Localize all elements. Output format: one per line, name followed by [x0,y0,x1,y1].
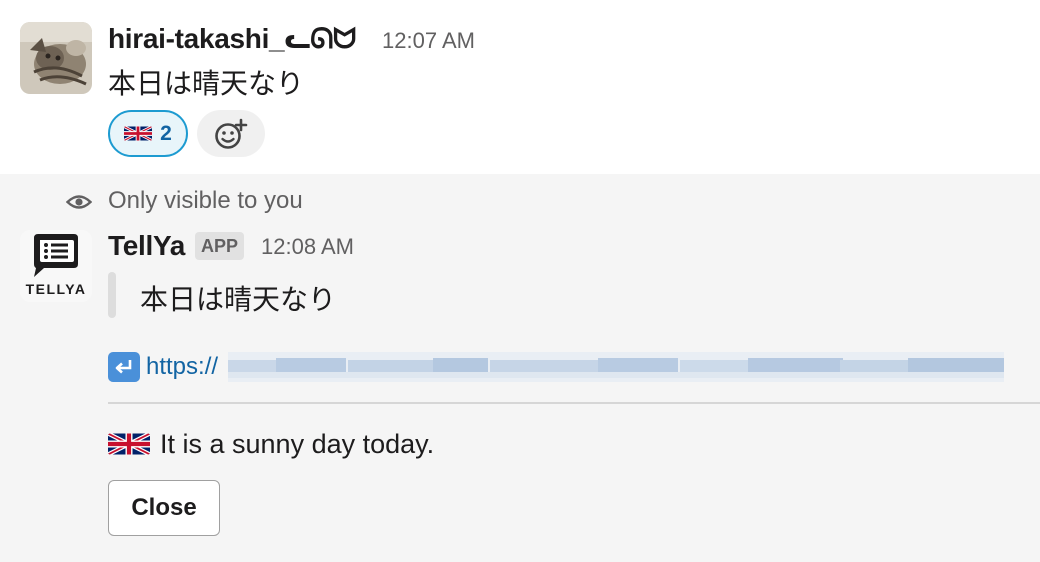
reaction-count: 2 [160,121,172,145]
message-timestamp[interactable]: 12:08 AM [261,234,354,260]
message-app-ephemeral: Only visible to you TELLYA TellYa APP 12… [0,174,1040,562]
permalink[interactable]: https:// [146,353,218,381]
uk-flag-icon [124,126,153,141]
add-reaction-button[interactable] [197,110,265,157]
app-badge: APP [195,232,245,260]
eye-icon [66,195,92,209]
speech-bubble-icon [34,234,78,277]
divider [108,402,1040,404]
reaction-uk-flag[interactable]: 2 [108,110,188,157]
translation-row: It is a sunny day today. [108,424,434,464]
message-timestamp[interactable]: 12:07 AM [382,28,475,54]
translation-text: It is a sunny day today. [160,428,435,459]
visibility-note: Only visible to you [108,187,303,214]
message-user: hirai-takashi_ᓚᘏᗢ 12:07 AM 本日は晴天なり 2 [0,0,1040,174]
app-avatar[interactable]: TELLYA [20,230,92,302]
message-author[interactable]: hirai-takashi_ᓚᘏᗢ [108,22,356,56]
user-avatar[interactable] [20,22,92,94]
permalink-row: https:// [108,350,218,384]
quote-bar [108,272,116,318]
app-name[interactable]: TellYa [108,230,185,262]
uk-flag-icon [108,433,150,455]
add-reaction-icon [215,118,248,149]
app-avatar-label: TELLYA [25,281,87,297]
quoted-text: 本日は晴天なり [140,284,337,315]
close-button[interactable]: Close [108,480,220,536]
return-arrow-icon [108,352,140,382]
message-text: 本日は晴天なり [108,68,305,99]
redacted-url [228,352,1004,382]
